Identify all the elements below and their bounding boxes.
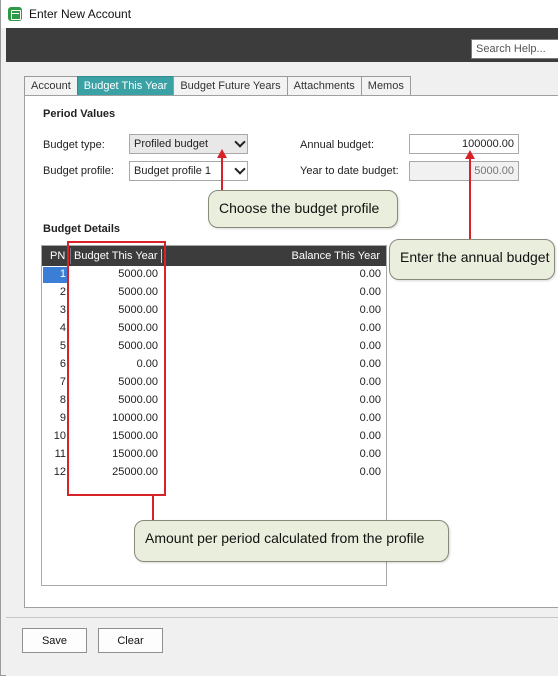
footer-divider (6, 617, 558, 618)
cell-pn[interactable]: 12 (44, 466, 66, 478)
cell-pn[interactable]: 10 (44, 430, 66, 442)
cell-balance-this-year: 0.00 (359, 376, 381, 388)
period-values-title: Period Values (43, 108, 116, 120)
budget-type-label: Budget type: (43, 139, 105, 151)
cell-balance-this-year: 0.00 (359, 430, 381, 442)
cell-balance-this-year: 0.00 (359, 268, 381, 280)
toolbar: Search Help... (6, 28, 558, 62)
cell-pn[interactable]: 5 (44, 340, 66, 352)
cell-balance-this-year: 0.00 (359, 358, 381, 370)
cell-pn[interactable]: 8 (44, 394, 66, 406)
callout-amount-per-period: Amount per period calculated from the pr… (134, 520, 449, 562)
tab-budget-future-years[interactable]: Budget Future Years (173, 76, 288, 96)
cell-balance-this-year: 0.00 (359, 394, 381, 406)
cell-pn[interactable]: 2 (44, 286, 66, 298)
budget-profile-select[interactable]: Budget profile 1 (129, 161, 248, 181)
header-balance-this-year[interactable]: Balance This Year (292, 250, 380, 262)
annual-budget-input[interactable]: 100000.00 (409, 134, 519, 154)
budget-type-value: Profiled budget (134, 138, 208, 150)
budget-details-title: Budget Details (43, 223, 121, 235)
cell-pn[interactable]: 7 (44, 376, 66, 388)
budget-column-highlight (67, 241, 166, 496)
callout-annual-budget: Enter the annual budget (389, 239, 555, 280)
arrow-up-icon (465, 150, 475, 159)
tab-strip: Account Budget This Year Budget Future Y… (24, 76, 411, 96)
title-bar: Enter New Account (1, 0, 558, 28)
cell-balance-this-year: 0.00 (359, 466, 381, 478)
chevron-down-icon[interactable] (234, 163, 246, 175)
tab-account[interactable]: Account (24, 76, 78, 96)
tab-attachments[interactable]: Attachments (286, 76, 362, 96)
callout-connector-amount (152, 496, 154, 520)
cell-pn[interactable]: 1 (43, 267, 67, 283)
cell-pn[interactable]: 3 (44, 304, 66, 316)
cell-pn[interactable]: 6 (44, 358, 66, 370)
arrow-up-icon (217, 149, 227, 158)
tab-budget-this-year[interactable]: Budget This Year (76, 76, 175, 96)
save-button[interactable]: Save (22, 628, 87, 653)
search-help-input[interactable]: Search Help... (471, 39, 558, 59)
cell-balance-this-year: 0.00 (359, 340, 381, 352)
cell-pn[interactable]: 4 (44, 322, 66, 334)
budget-profile-value: Budget profile 1 (134, 165, 212, 177)
callout-connector-annual (469, 157, 471, 239)
budget-type-select[interactable]: Profiled budget (129, 134, 248, 154)
cell-balance-this-year: 0.00 (359, 304, 381, 316)
cell-balance-this-year: 0.00 (359, 322, 381, 334)
cell-pn[interactable]: 9 (44, 412, 66, 424)
budget-profile-label: Budget profile: (43, 165, 114, 177)
app-icon (8, 7, 22, 21)
window-title: Enter New Account (29, 7, 132, 21)
ytd-budget-label: Year to date budget: (300, 165, 399, 177)
callout-connector-profile (221, 156, 223, 190)
tab-memos[interactable]: Memos (360, 76, 411, 96)
chevron-down-icon[interactable] (234, 136, 246, 148)
header-pn[interactable]: PN (50, 250, 65, 262)
cell-balance-this-year: 0.00 (359, 286, 381, 298)
clear-button[interactable]: Clear (98, 628, 163, 653)
ytd-budget-field: 5000.00 (409, 161, 519, 181)
cell-pn[interactable]: 11 (44, 448, 66, 460)
annual-budget-label: Annual budget: (300, 139, 375, 151)
cell-balance-this-year: 0.00 (359, 448, 381, 460)
callout-choose-profile: Choose the budget profile (208, 190, 398, 228)
cell-balance-this-year: 0.00 (359, 412, 381, 424)
enter-new-account-window: Enter New Account Search Help... Account… (0, 0, 558, 676)
